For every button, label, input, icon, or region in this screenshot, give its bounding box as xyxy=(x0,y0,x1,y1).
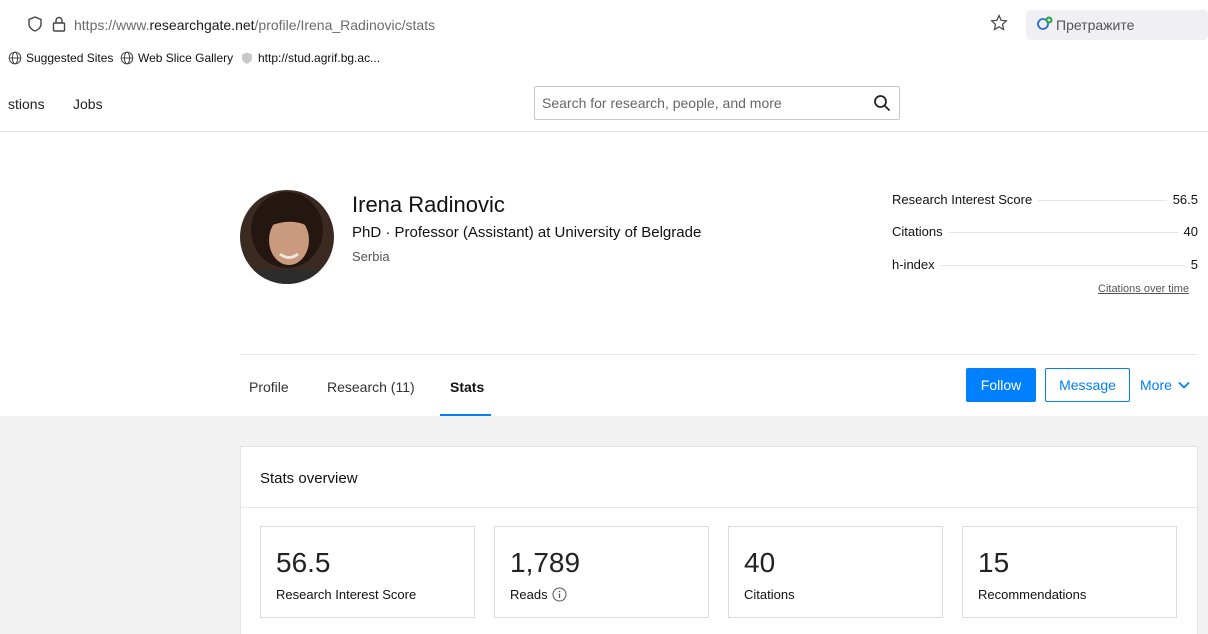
stat-label-text: Citations xyxy=(744,587,795,602)
bookmark-label: http://stud.agrif.bg.ac... xyxy=(258,51,381,65)
shield-icon[interactable] xyxy=(28,16,42,32)
chevron-down-icon xyxy=(1178,381,1190,389)
address-bar-url[interactable]: https://www.researchgate.net/profile/Ire… xyxy=(74,17,435,33)
stat-label-text: Reads xyxy=(510,587,548,602)
divider xyxy=(241,507,1197,508)
tab-stats[interactable]: Stats xyxy=(450,379,484,395)
stats-overview-title: Stats overview xyxy=(260,470,358,487)
metric-label: Research Interest Score xyxy=(892,192,1039,207)
site-search xyxy=(534,86,900,120)
metric-value: 5 xyxy=(1184,257,1198,272)
bookmark-label: Suggested Sites xyxy=(26,51,114,65)
url-path: /profile/Irena_Radinovic/stats xyxy=(254,17,436,33)
browser-search-box[interactable]: Претражите xyxy=(1026,10,1208,40)
stat-value: 40 xyxy=(744,547,776,578)
info-icon[interactable] xyxy=(552,587,567,602)
tab-profile[interactable]: Profile xyxy=(249,379,289,395)
stat-label: Reads xyxy=(510,587,567,602)
profile-position: PhD · Professor (Assistant) at Universit… xyxy=(352,224,702,241)
lock-icon[interactable] xyxy=(52,16,66,32)
citations-over-time-link[interactable]: Citations over time xyxy=(1098,283,1189,295)
stat-label-text: Recommendations xyxy=(978,587,1087,602)
metric-label: Citations xyxy=(892,224,949,239)
tab-research[interactable]: Research (11) xyxy=(327,379,415,395)
bookmark-suggested-sites[interactable]: Suggested Sites xyxy=(8,51,113,65)
metric-citations: Citations 40 xyxy=(892,224,1198,242)
bookmark-stud-agrif[interactable]: http://stud.agrif.bg.ac... xyxy=(240,51,380,65)
more-button[interactable]: More xyxy=(1140,377,1190,393)
stat-label: Research Interest Score xyxy=(276,587,416,602)
globe-icon xyxy=(120,51,134,65)
bookmarks-bar: Suggested Sites Web Slice Gallery http:/… xyxy=(0,46,1208,72)
avatar[interactable] xyxy=(240,190,334,284)
browser-url-bar: https://www.researchgate.net/profile/Ire… xyxy=(0,0,1208,40)
profile-photo xyxy=(240,190,334,284)
stat-value: 15 xyxy=(978,547,1010,578)
search-icon[interactable] xyxy=(873,94,891,112)
stat-recommendations: 15 Recommendations xyxy=(962,526,1177,618)
search-engine-icon xyxy=(1037,16,1053,30)
stat-value: 56.5 xyxy=(276,547,331,578)
stat-research-interest: 56.5 Research Interest Score xyxy=(260,526,475,618)
browser-search-label: Претражите xyxy=(1056,17,1135,33)
stat-label: Citations xyxy=(744,587,795,602)
metric-label: h-index xyxy=(892,257,941,272)
stat-label: Recommendations xyxy=(978,587,1086,602)
metric-value: 40 xyxy=(1177,224,1198,239)
url-domain: researchgate.net xyxy=(149,17,255,33)
profile-name: Irena Radinovic xyxy=(352,192,505,217)
bookmark-web-slice-gallery[interactable]: Web Slice Gallery xyxy=(120,51,233,65)
shield-favicon-icon xyxy=(242,52,252,64)
nav-questions[interactable]: stions xyxy=(8,96,45,112)
stat-value: 1,789 xyxy=(510,547,581,578)
nav-jobs[interactable]: Jobs xyxy=(73,96,103,112)
bookmark-star-icon[interactable] xyxy=(990,14,1008,32)
more-label: More xyxy=(1140,377,1172,393)
metric-value: 56.5 xyxy=(1166,192,1198,207)
stat-citations: 40 Citations xyxy=(728,526,943,618)
bookmark-label: Web Slice Gallery xyxy=(138,51,234,65)
stat-reads: 1,789 Reads xyxy=(494,526,709,618)
url-prefix: https://www. xyxy=(74,17,150,33)
follow-button[interactable]: Follow xyxy=(966,368,1036,402)
metric-research-interest: Research Interest Score 56.5 xyxy=(892,192,1198,210)
profile-country: Serbia xyxy=(352,249,390,264)
globe-icon xyxy=(8,51,22,65)
stat-label-text: Research Interest Score xyxy=(276,587,417,602)
site-search-input[interactable] xyxy=(535,87,865,119)
metric-h-index: h-index 5 xyxy=(892,257,1198,275)
message-button[interactable]: Message xyxy=(1045,368,1130,402)
